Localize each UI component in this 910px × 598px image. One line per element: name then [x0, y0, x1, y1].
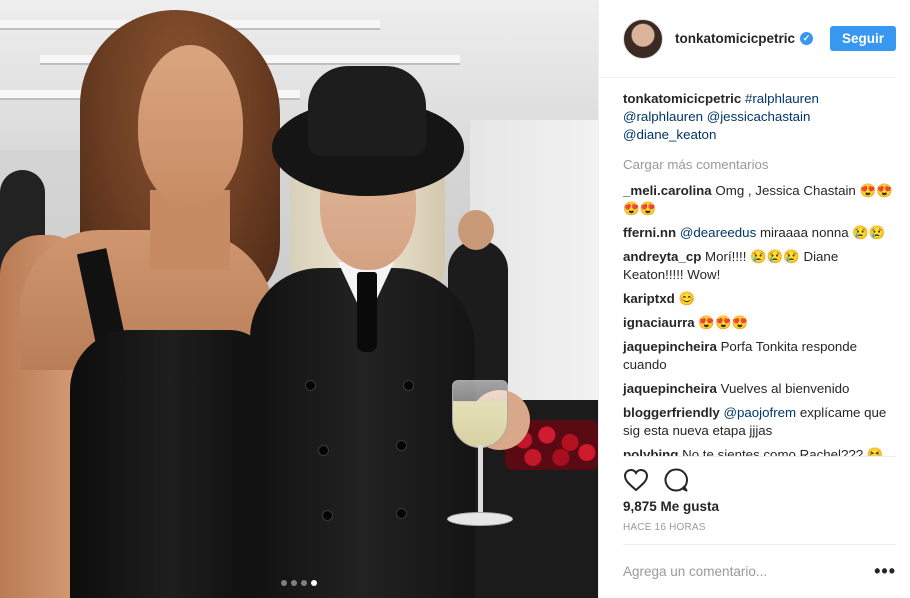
carousel-dot[interactable] — [281, 580, 287, 586]
comment-username[interactable]: bloggerfriendly — [623, 405, 720, 420]
comment-item: kariptxd 😊 — [623, 290, 896, 308]
add-comment-bar: ••• — [623, 544, 896, 598]
post-caption: tonkatomicicpetric #ralphlauren @ralphla… — [623, 90, 896, 144]
photo-glass-foot — [447, 512, 513, 526]
carousel-dot[interactable] — [301, 580, 307, 586]
more-options-icon[interactable]: ••• — [874, 561, 896, 582]
photo-jacket-button — [396, 508, 407, 519]
photo-woman-right-tie — [357, 272, 377, 352]
comment-text: Vuelves al bienvenido — [720, 381, 850, 396]
comment-item: jaquepincheira Vuelves al bienvenido — [623, 380, 896, 398]
carousel-indicator — [0, 580, 598, 586]
post-photo[interactable] — [0, 0, 598, 598]
photo-woman-left-dress — [70, 330, 270, 598]
comment-mention[interactable]: @paojofrem — [723, 405, 796, 420]
comment-text: miraaaa nonna 😢😢 — [759, 225, 886, 240]
comment-text: 😊 — [678, 291, 695, 306]
caption-mention[interactable]: @jessicachastain — [707, 109, 811, 124]
comment-item: andreyta_cp Morí!!!! 😢😢😢 Diane Keaton!!!… — [623, 248, 896, 284]
post-actions — [623, 456, 896, 498]
comment-username[interactable]: _meli.carolina — [623, 183, 712, 198]
photo-jacket-button — [396, 440, 407, 451]
comment-item: bloggerfriendly @paojofrem explícame que… — [623, 404, 896, 440]
comment-username[interactable]: ignaciaurra — [623, 315, 695, 330]
comment-username[interactable]: andreyta_cp — [623, 249, 701, 264]
photo-jacket-button — [403, 380, 414, 391]
heart-icon-svg — [623, 468, 649, 492]
photo-background-head — [458, 210, 494, 250]
likes-count[interactable]: 9,875 Me gusta — [599, 499, 910, 514]
header-username[interactable]: tonkatomicicpetric — [675, 31, 795, 46]
comment-item: fferni.nn @deareedus miraaaa nonna 😢😢 — [623, 224, 896, 242]
carousel-dot[interactable] — [291, 580, 297, 586]
verified-badge-icon: ✓ — [800, 32, 814, 45]
comment-username[interactable]: kariptxd — [623, 291, 675, 306]
comment-mention[interactable]: @deareedus — [680, 225, 756, 240]
caption-hashtag[interactable]: #ralphlauren — [745, 91, 819, 106]
add-comment-input[interactable] — [623, 564, 863, 579]
comment-icon-svg — [664, 468, 688, 492]
photo-jacket-button — [322, 510, 333, 521]
comment-username[interactable]: polybing — [623, 447, 678, 456]
photo-wine-glass — [452, 380, 508, 448]
carousel-dot-active[interactable] — [311, 580, 317, 586]
comment-text: No te sientes como Rachel??? 😆 — [682, 447, 884, 456]
photo-woman-left-face — [138, 45, 243, 205]
comments-list[interactable]: tonkatomicicpetric #ralphlauren @ralphla… — [599, 78, 910, 456]
photo-glass-stem — [478, 445, 483, 515]
caption-mention[interactable]: @ralphlauren — [623, 109, 703, 124]
avatar[interactable] — [623, 18, 663, 59]
photo-hat-crown — [308, 66, 426, 156]
comment-item: jaquepincheira Porfa Tonkita responde cu… — [623, 338, 896, 374]
caption-username[interactable]: tonkatomicicpetric — [623, 91, 741, 106]
comment-bubble-icon[interactable] — [663, 467, 689, 496]
comment-item: _meli.carolina Omg , Jessica Chastain 😍😍… — [623, 182, 896, 218]
caption-mention[interactable]: @diane_keaton — [623, 127, 716, 142]
follow-button[interactable]: Seguir — [829, 26, 896, 51]
instagram-post: tonkatomicicpetric ✓ Seguir tonkatomicic… — [0, 0, 910, 598]
post-side-panel: tonkatomicicpetric ✓ Seguir tonkatomicic… — [598, 0, 910, 598]
comment-username[interactable]: jaquepincheira — [623, 339, 717, 354]
comment-username[interactable]: fferni.nn — [623, 225, 676, 240]
photo-jacket-button — [318, 445, 329, 456]
load-more-comments-link[interactable]: Cargar más comentarios — [623, 156, 896, 174]
post-header: tonkatomicicpetric ✓ Seguir — [599, 0, 896, 78]
comment-username[interactable]: jaquepincheira — [623, 381, 717, 396]
like-heart-icon[interactable] — [623, 468, 649, 495]
comment-item: ignaciaurra 😍😍😍 — [623, 314, 896, 332]
post-timestamp[interactable]: HACE 16 HORAS — [599, 514, 910, 533]
photo-jacket-button — [305, 380, 316, 391]
comment-item: polybing No te sientes como Rachel??? 😆 — [623, 446, 896, 456]
comment-text: 😍😍😍 — [698, 315, 749, 330]
